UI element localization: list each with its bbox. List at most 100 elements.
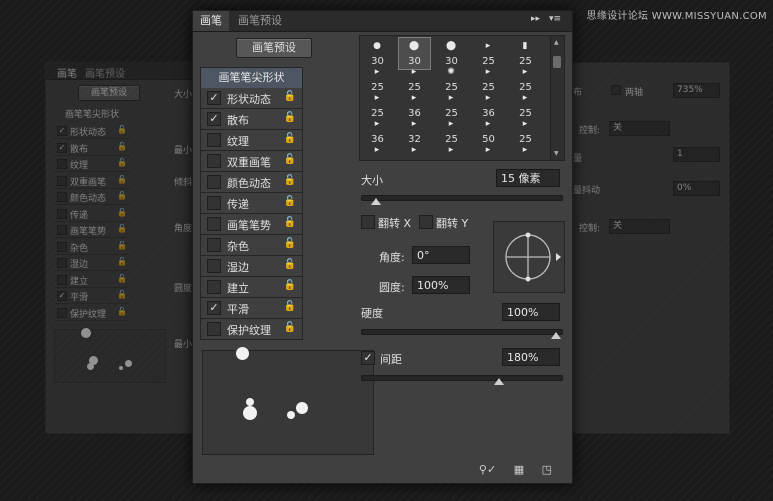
- spacing-input[interactable]: 180%: [502, 348, 560, 366]
- lock-icon[interactable]: 🔓: [284, 91, 296, 102]
- option-checkbox[interactable]: [207, 280, 221, 294]
- lock-icon[interactable]: 🔓: [284, 196, 296, 207]
- bg-left-option-label: 传递: [70, 210, 89, 221]
- lock-icon[interactable]: 🔓: [284, 154, 296, 165]
- brush-option-row[interactable]: ✓ 散布 🔓: [200, 109, 303, 130]
- tab-brush-presets[interactable]: 画笔预设: [231, 11, 289, 31]
- new-page-icon[interactable]: ◳: [542, 463, 552, 476]
- brush-tip-icon: ▮: [522, 41, 528, 51]
- option-checkbox[interactable]: [207, 196, 221, 210]
- lock-icon[interactable]: 🔓: [284, 217, 296, 228]
- scroll-up-icon[interactable]: ▲: [554, 39, 559, 46]
- bg-left-stroke-preview: [54, 328, 166, 383]
- option-label: 湿边: [227, 261, 249, 274]
- brush-tip-swatch[interactable]: ▸ 25: [362, 142, 393, 160]
- bg-left-lock-icon: 🔓: [117, 125, 127, 134]
- flip-y-checkbox[interactable]: [419, 215, 433, 229]
- brush-option-row[interactable]: ✓ 平滑 🔓: [200, 298, 303, 319]
- spacing-slider-handle[interactable]: [494, 378, 504, 385]
- lock-icon[interactable]: 🔓: [284, 301, 296, 312]
- bg-right-count-jitter-value: 0%: [673, 181, 720, 196]
- panel-menu-icon[interactable]: ▾≡: [549, 14, 561, 24]
- brush-tip-icon: ▸: [411, 93, 417, 103]
- lock-icon[interactable]: 🔓: [284, 175, 296, 186]
- brush-option-row[interactable]: 纹理 🔓: [200, 130, 303, 151]
- bg-left-option-row: 纹理 🔓: [54, 156, 130, 172]
- brush-option-row[interactable]: 传递 🔓: [200, 193, 303, 214]
- option-label: 建立: [227, 282, 249, 295]
- brush-tip-swatch[interactable]: ▸ 50: [510, 142, 541, 160]
- lock-icon[interactable]: 🔓: [284, 238, 296, 249]
- angle-crosshair-icon: [505, 232, 561, 282]
- lock-icon[interactable]: 🔓: [284, 280, 296, 291]
- roundness-input[interactable]: 100%: [412, 276, 470, 294]
- option-checkbox[interactable]: ✓: [207, 301, 221, 315]
- brush-option-row[interactable]: 颜色动态 🔓: [200, 172, 303, 193]
- bg-left-option-label: 画笔笔势: [70, 227, 107, 237]
- option-checkbox[interactable]: ✓: [207, 91, 221, 105]
- brush-tip-icon: ✺: [447, 67, 455, 77]
- brush-option-row[interactable]: 双重画笔 🔓: [200, 151, 303, 172]
- bg-left-option-checkbox: [57, 208, 67, 219]
- option-checkbox[interactable]: [207, 133, 221, 147]
- hardness-input[interactable]: 100%: [502, 303, 560, 321]
- size-input[interactable]: 15 像素: [496, 169, 560, 187]
- brush-tip-shape-header[interactable]: 画笔笔尖形状: [200, 67, 303, 89]
- bg-right-count-jitter-label: 量抖动: [573, 186, 601, 196]
- brush-tip-icon: ▸: [448, 119, 454, 129]
- option-checkbox[interactable]: [207, 154, 221, 168]
- lock-icon[interactable]: 🔓: [284, 112, 296, 123]
- angle-roundness-widget[interactable]: [493, 221, 565, 293]
- brush-tip-swatch[interactable]: ▸ 50: [399, 142, 430, 160]
- lock-icon[interactable]: 🔓: [284, 133, 296, 144]
- brush-tip-swatch[interactable]: ▸ 71: [436, 142, 467, 160]
- brush-presets-button[interactable]: 画笔预设: [236, 38, 312, 58]
- hardness-slider-handle[interactable]: [551, 332, 561, 339]
- lock-icon[interactable]: 🔓: [284, 259, 296, 270]
- brush-option-row[interactable]: 建立 🔓: [200, 277, 303, 298]
- size-slider[interactable]: [361, 195, 563, 201]
- option-checkbox[interactable]: [207, 322, 221, 336]
- collapse-icon[interactable]: ▸▸: [531, 14, 540, 24]
- lock-icon[interactable]: 🔓: [284, 322, 296, 333]
- brush-option-row[interactable]: 湿边 🔓: [200, 256, 303, 277]
- brush-tip-swatch[interactable]: ▸ 25: [473, 142, 504, 160]
- brush-tip-icon: ⬤: [408, 41, 420, 51]
- flip-x-checkbox[interactable]: [361, 215, 375, 229]
- option-checkbox[interactable]: ✓: [207, 112, 221, 126]
- brush-option-row[interactable]: 保护纹理 🔓: [200, 319, 303, 340]
- option-checkbox[interactable]: [207, 238, 221, 252]
- spacing-label: 间距: [380, 353, 402, 366]
- brush-option-row[interactable]: 杂色 🔓: [200, 235, 303, 256]
- bg-left-option-label: 形状动态: [70, 128, 107, 138]
- option-checkbox[interactable]: [207, 259, 221, 273]
- brush-tip-grid: ● 30 ⬤ 30 ⬤ 30 ▸ 25 ▮ 25 ▸ 25 ▸ 25 ✺ 25 ▸ 25 ▸ 25 ▸ 25 ▸ 36 ▸ 25 ▸…: [359, 35, 552, 161]
- angle-input[interactable]: 0°: [412, 246, 470, 264]
- option-label: 形状动态: [227, 93, 271, 106]
- size-slider-handle[interactable]: [370, 198, 381, 205]
- bg-left-option-checkbox: [57, 192, 67, 202]
- bg-left-option-row: 双重画笔 🔓: [54, 173, 130, 189]
- grid-icon[interactable]: ▦: [514, 463, 524, 476]
- brush-tool-icon[interactable]: ⚲✓: [479, 463, 496, 476]
- option-checkbox[interactable]: [207, 175, 221, 189]
- spacing-slider[interactable]: [361, 375, 563, 381]
- bg-left-option-label: 散布: [70, 144, 89, 155]
- bg-right-both-axes-checkbox: [611, 85, 621, 95]
- spacing-checkbox[interactable]: ✓: [361, 351, 375, 365]
- bg-left-option-checkbox: [57, 307, 67, 318]
- brush-grid-scrollbar[interactable]: ▲ ▼: [550, 35, 565, 161]
- option-checkbox[interactable]: [207, 217, 221, 231]
- bg-left-option-row: 画笔笔势 🔓: [54, 222, 130, 238]
- scroll-down-icon[interactable]: ▼: [554, 150, 559, 157]
- preview-dot: [246, 398, 254, 406]
- bg-left-size-fragment: 大小: [174, 90, 193, 100]
- tab-brush[interactable]: 画笔: [193, 11, 229, 31]
- brush-option-row[interactable]: 画笔笔势 🔓: [200, 214, 303, 235]
- brush-option-row[interactable]: ✓ 形状动态 🔓: [200, 88, 303, 109]
- hardness-slider[interactable]: [361, 329, 563, 335]
- brush-tip-icon: ▸: [411, 145, 417, 155]
- preview-dot: [125, 360, 132, 367]
- scrollbar-thumb[interactable]: [553, 56, 561, 68]
- bg-right-scatter-value: 735%: [673, 83, 720, 98]
